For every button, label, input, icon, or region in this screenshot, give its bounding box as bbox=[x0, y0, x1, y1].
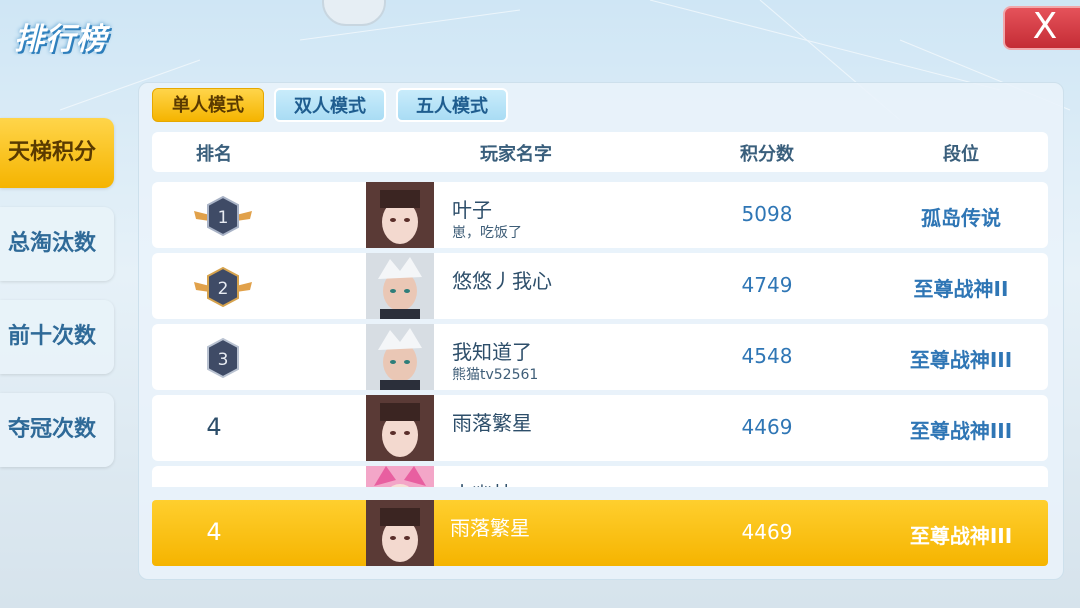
player-avatar bbox=[366, 395, 434, 461]
side-tab-label: 总淘汰数 bbox=[8, 231, 97, 256]
table-row[interactable]: 水幽林 bbox=[152, 466, 1048, 487]
rank-medal-icon: 1 bbox=[194, 195, 252, 237]
player-avatar bbox=[366, 324, 434, 390]
player-score: 4469 bbox=[741, 415, 793, 439]
my-avatar bbox=[366, 500, 434, 566]
header-segment: 段位 bbox=[943, 144, 979, 165]
rank-medal-icon: 3 bbox=[207, 337, 239, 379]
header-score: 积分数 bbox=[740, 144, 794, 165]
rank-medal-number: 3 bbox=[218, 350, 229, 370]
player-avatar bbox=[366, 253, 434, 319]
player-score: 4749 bbox=[741, 273, 793, 297]
player-segment: 至尊战神III bbox=[909, 348, 1013, 372]
rank-medal-icon: 2 bbox=[194, 266, 252, 308]
player-rank: 4 bbox=[206, 413, 222, 441]
table-row[interactable]: 4 雨落繁星 4469 至尊战神III bbox=[152, 395, 1048, 461]
player-segment: 孤岛传说 bbox=[921, 206, 1001, 230]
mode-tab-duo[interactable]: 双人模式 bbox=[274, 88, 386, 122]
close-icon: X bbox=[1032, 6, 1058, 47]
player-name: 雨落繁星 bbox=[452, 411, 532, 435]
mode-tab-squad[interactable]: 五人模式 bbox=[396, 88, 508, 122]
header-player-name: 玩家名字 bbox=[480, 144, 552, 165]
my-name: 雨落繁星 bbox=[450, 516, 530, 540]
my-score: 4469 bbox=[741, 520, 793, 544]
player-name: 叶子 bbox=[452, 198, 492, 222]
my-rank-row[interactable]: 4 雨落繁星 4469 至尊战神III bbox=[152, 500, 1048, 566]
side-tab-label: 前十次数 bbox=[8, 324, 97, 349]
side-tab-label: 夺冠次数 bbox=[8, 417, 97, 442]
close-button[interactable]: X bbox=[1003, 6, 1080, 50]
mode-tab-label: 单人模式 bbox=[172, 95, 244, 116]
side-tab-top-ten-count[interactable]: 前十次数 bbox=[0, 300, 114, 374]
rank-medal-number: 1 bbox=[218, 208, 229, 228]
rank-medal-number: 2 bbox=[218, 279, 229, 299]
side-tab-ladder-points[interactable]: 天梯积分 bbox=[0, 118, 114, 188]
table-row[interactable]: 3 我知道了 熊猫tv52561 4548 至尊战神III bbox=[152, 324, 1048, 390]
player-name: 悠悠丿我心 bbox=[452, 269, 552, 293]
mode-tab-label: 五人模式 bbox=[416, 96, 488, 117]
side-tab-list: 天梯积分 总淘汰数 前十次数 夺冠次数 bbox=[0, 118, 116, 486]
top-badge-icon bbox=[322, 0, 386, 26]
table-row[interactable]: 2 悠悠丿我心 4749 至尊战神II bbox=[152, 253, 1048, 319]
my-rank: 4 bbox=[206, 518, 222, 546]
mode-tab-solo[interactable]: 单人模式 bbox=[152, 88, 264, 122]
page-title: 排行榜 bbox=[14, 22, 107, 57]
player-score: 5098 bbox=[741, 202, 793, 226]
player-avatar bbox=[366, 466, 434, 487]
player-segment: 至尊战神II bbox=[913, 277, 1009, 301]
player-subtitle: 熊猫tv52561 bbox=[452, 367, 539, 383]
player-avatar bbox=[366, 182, 434, 248]
side-tab-win-count[interactable]: 夺冠次数 bbox=[0, 393, 114, 467]
side-tab-total-eliminations[interactable]: 总淘汰数 bbox=[0, 207, 114, 281]
leaderboard-list[interactable]: 1 叶子 崽，吃饭了 5098 孤岛传说 2 悠悠丿我心 4749 至尊战神II… bbox=[152, 182, 1048, 487]
my-segment: 至尊战神III bbox=[909, 524, 1013, 548]
player-subtitle: 崽，吃饭了 bbox=[452, 225, 522, 241]
side-tab-label: 天梯积分 bbox=[8, 140, 97, 165]
player-name: 我知道了 bbox=[452, 340, 532, 364]
mode-tab-label: 双人模式 bbox=[294, 96, 366, 117]
table-row[interactable]: 1 叶子 崽，吃饭了 5098 孤岛传说 bbox=[152, 182, 1048, 248]
table-header: 排名 玩家名字 积分数 段位 bbox=[152, 132, 1048, 172]
header-rank: 排名 bbox=[196, 144, 232, 165]
player-name: 水幽林 bbox=[452, 478, 512, 487]
player-segment: 至尊战神III bbox=[909, 419, 1013, 443]
player-score: 4548 bbox=[741, 344, 793, 368]
